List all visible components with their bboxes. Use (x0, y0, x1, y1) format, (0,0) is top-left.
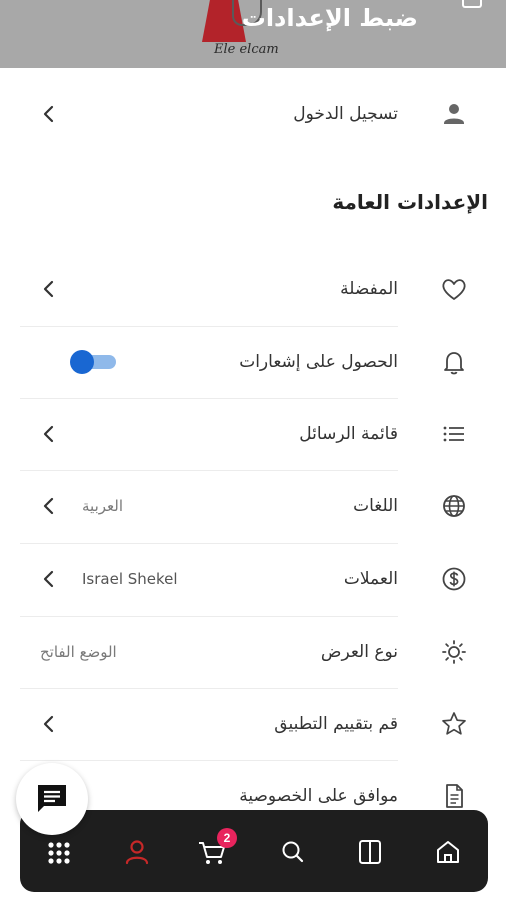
toggle-knob (70, 350, 94, 374)
chat-icon (38, 785, 66, 812)
app-header: Ele elcam ضبط الإعدادات (0, 0, 506, 68)
heart-icon (438, 273, 470, 305)
display-mode-row[interactable]: نوع العرض الوضع الفاتح (20, 616, 398, 688)
dollar-icon (438, 563, 470, 595)
chevron-left-icon (43, 715, 54, 733)
languages-label: اللغات (353, 496, 398, 516)
chat-button[interactable] (16, 763, 88, 835)
bell-icon (438, 346, 470, 378)
favorites-row[interactable]: المفضلة (20, 253, 398, 325)
currencies-row[interactable]: العملات Israel Shekel (20, 543, 398, 615)
sun-icon (438, 636, 470, 668)
chevron-left-icon (43, 280, 54, 298)
grid-icon[interactable] (39, 832, 79, 872)
chevron-left-icon (43, 570, 54, 588)
person-icon[interactable] (117, 832, 157, 872)
messages-row[interactable]: قائمة الرسائل (20, 398, 398, 470)
notifications-row[interactable]: الحصول على إشعارات (20, 326, 398, 398)
section-title-general: الإعدادات العامة (332, 190, 488, 214)
globe-icon (438, 490, 470, 522)
book-icon[interactable] (350, 832, 390, 872)
display-mode-label: نوع العرض (320, 642, 398, 662)
notifications-label: الحصول على إشعارات (239, 352, 398, 372)
messages-label: قائمة الرسائل (299, 424, 398, 444)
page-title: ضبط الإعدادات (241, 4, 418, 32)
search-icon[interactable] (273, 832, 313, 872)
brand-text: Ele elcam (214, 42, 279, 57)
currencies-label: العملات (343, 569, 398, 589)
rate-app-row[interactable]: قم بتقييم التطبيق (20, 688, 398, 760)
login-label: تسجيل الدخول (293, 104, 398, 124)
rate-app-label: قم بتقييم التطبيق (274, 714, 398, 734)
header-action-icon[interactable] (462, 0, 482, 8)
cart-icon[interactable]: 2 (193, 828, 237, 872)
privacy-label: موافق على الخصوصية (239, 786, 398, 806)
login-row[interactable]: تسجيل الدخول (20, 78, 398, 150)
languages-row[interactable]: اللغات العربية (20, 470, 398, 542)
languages-value: العربية (82, 497, 123, 515)
notifications-toggle[interactable] (70, 349, 116, 375)
bottom-navigation-bar: 2 (20, 810, 488, 892)
cart-badge: 2 (217, 828, 237, 848)
document-icon (438, 780, 470, 812)
currencies-value: Israel Shekel (82, 570, 178, 588)
list-icon (438, 418, 470, 450)
star-icon (438, 708, 470, 740)
chevron-left-icon (43, 425, 54, 443)
chevron-left-icon (43, 497, 54, 515)
display-mode-value: الوضع الفاتح (40, 643, 117, 661)
home-icon[interactable] (428, 832, 468, 872)
chevron-left-icon (43, 105, 54, 123)
favorites-label: المفضلة (340, 279, 398, 299)
person-icon (438, 98, 470, 130)
